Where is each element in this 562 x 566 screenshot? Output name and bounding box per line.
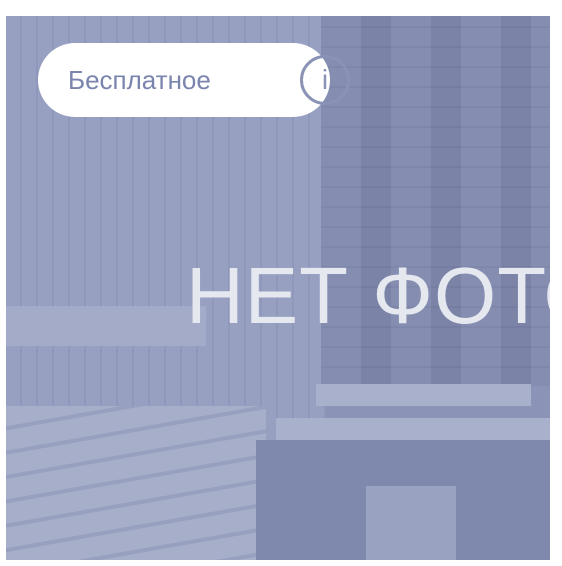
info-icon[interactable]: i <box>300 55 350 105</box>
photo-background <box>316 384 531 406</box>
no-photo-text: НЕТ ФОТО <box>186 251 550 340</box>
free-badge: Бесплатное i <box>38 43 350 117</box>
photo-background <box>6 406 266 560</box>
photo-background <box>366 486 456 560</box>
photo-background <box>276 418 550 440</box>
badge-label: Бесплатное <box>68 64 211 95</box>
photo-background <box>6 306 206 346</box>
